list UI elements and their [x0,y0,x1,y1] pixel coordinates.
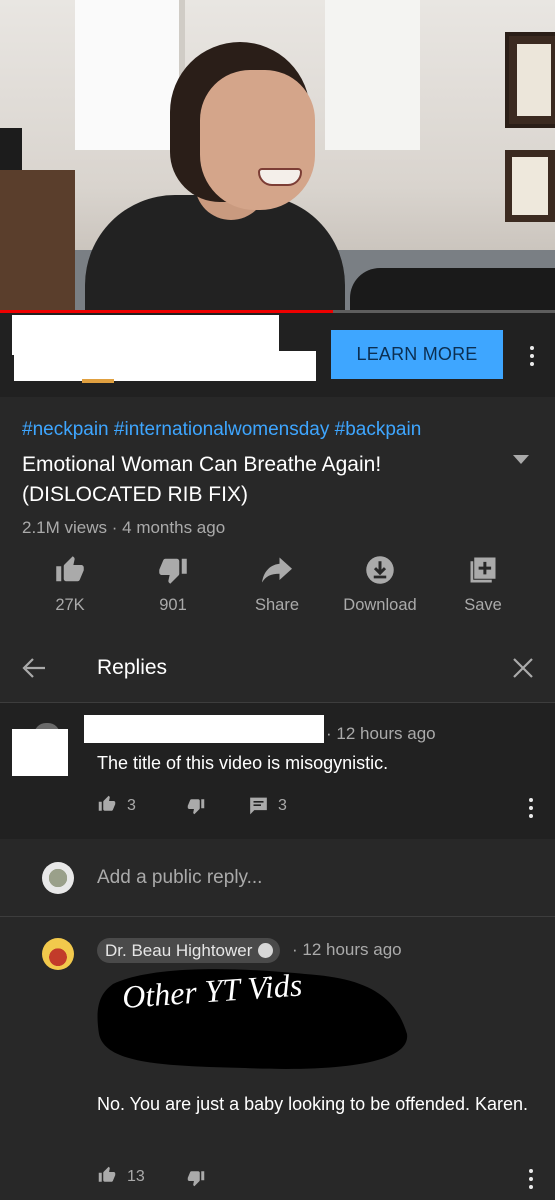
like-count: 13 [127,1168,145,1185]
learn-more-button[interactable]: LEARN MORE [331,330,503,379]
thumbs-down-icon[interactable] [186,1169,206,1187]
thumbs-down-icon[interactable] [186,797,206,815]
back-arrow-icon[interactable] [22,657,46,679]
thumbs-down-icon [159,558,187,584]
save-button[interactable]: Save [438,552,528,615]
reply-input[interactable] [97,867,397,889]
comment-text: The title of this video is misogynistic. [97,753,389,773]
like-button[interactable]: 27K [25,552,115,615]
avatar [42,938,74,970]
view-count: 2.1M views [22,518,108,537]
more-options-icon[interactable] [529,346,535,370]
reply-count: 3 [278,797,287,814]
download-icon [366,556,394,584]
comment-text: No. You are just a baby looking to be of… [97,1094,528,1114]
author-redacted [84,715,324,743]
thumbs-up-icon[interactable] [97,1166,117,1184]
more-options-icon[interactable] [528,798,534,822]
replies-header: Replies [0,634,555,702]
hashtags[interactable]: #neckpain #internationalwomensday #backp… [22,419,421,441]
author-chip[interactable]: Dr. Beau Hightower [97,938,281,963]
author-name: Dr. Beau Hightower [105,941,253,960]
replies-title: Replies [97,656,168,679]
video-meta: 2.1M views · 4 months ago [22,518,226,537]
avatar [42,862,74,894]
parent-comment: · 12 hours ago The title of this video i… [0,703,555,839]
thumbs-up-icon[interactable] [97,795,117,813]
dislike-button[interactable]: 901 [128,552,218,615]
like-count: 3 [127,797,136,814]
reply-comment: Dr. Beau Hightower · 12 hours ago Other … [0,917,555,1200]
scribble-overlay: Other YT Vids [97,967,408,1069]
reply-box [0,840,555,916]
share-button[interactable]: Share [232,552,322,615]
verified-check-icon [258,943,274,958]
close-icon[interactable] [512,657,534,679]
more-options-icon[interactable] [528,1169,534,1193]
add-to-playlist-icon [470,557,496,583]
redaction-block [14,351,316,381]
upload-age: 4 months ago [122,518,226,537]
video-player[interactable] [0,0,555,312]
redaction-block [12,315,279,355]
share-icon [262,557,292,583]
comment-time: 12 hours ago [302,940,402,959]
chevron-down-icon[interactable] [512,453,530,467]
ad-banner: LEARN MORE [0,313,555,397]
reply-comment-icon[interactable] [248,796,269,816]
thumbs-up-icon [56,556,84,582]
comment-time: 12 hours ago [336,724,436,743]
download-button[interactable]: Download [335,552,425,615]
avatar-redacted [12,729,68,776]
video-title: Emotional Woman Can Breathe Again! (DISL… [22,453,382,506]
